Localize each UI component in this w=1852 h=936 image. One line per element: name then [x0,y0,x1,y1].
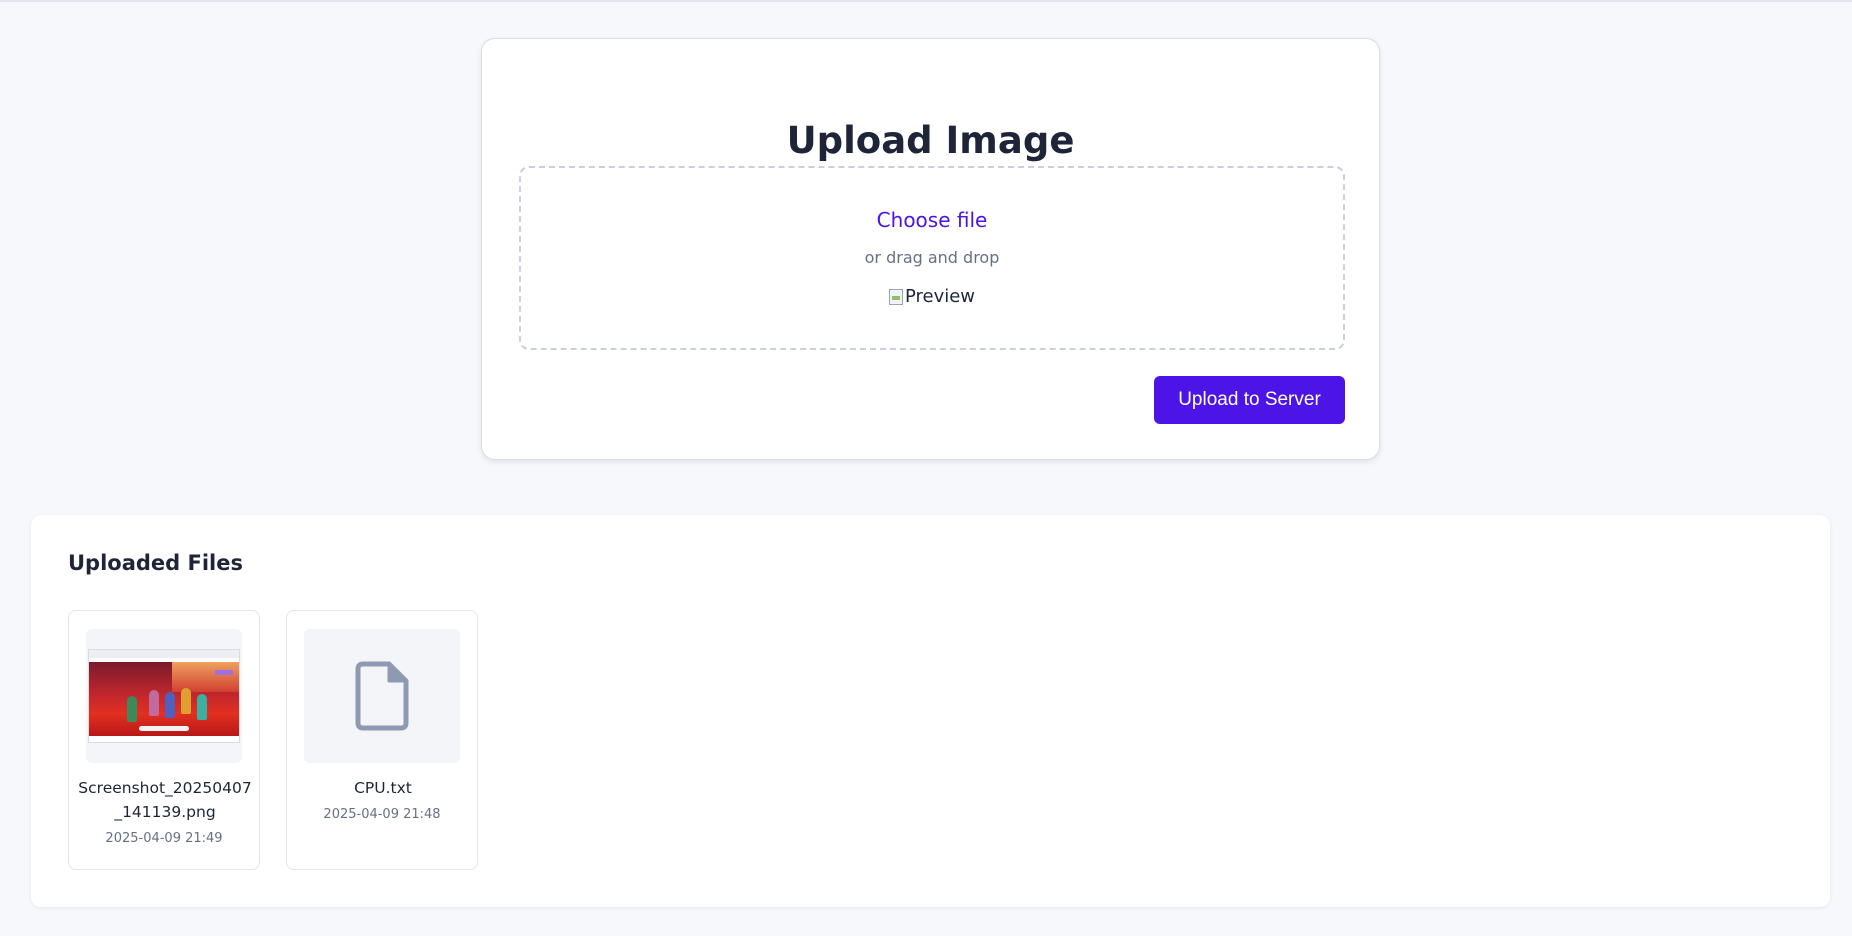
upload-card: Upload Image Choose file or drag and dro… [481,38,1380,460]
choose-file-link[interactable]: Choose file [521,208,1343,232]
file-thumbnail [304,629,460,763]
upload-title: Upload Image [786,119,1075,162]
file-tile[interactable]: CPU.txt 2025-04-09 21:48 [286,610,478,870]
file-tile[interactable]: Screenshot_20250407_141139.png 2025-04-0… [68,610,260,870]
file-name: Screenshot_20250407_141139.png [78,779,252,821]
preview-alt-text: Preview [904,286,976,307]
file-date: 2025-04-09 21:49 [105,831,223,846]
screenshot-preview-image [88,649,240,743]
file-dropzone[interactable]: Choose file or drag and drop Preview [519,166,1345,350]
image-thumbnail [86,629,242,763]
top-divider [0,0,1852,2]
upload-to-server-button[interactable]: Upload to Server [1154,376,1345,424]
file-name: CPU.txt [354,779,412,797]
drag-drop-hint: or drag and drop [864,248,1000,267]
file-date: 2025-04-09 21:48 [323,807,441,822]
image-preview: Preview [521,286,1343,307]
document-icon [355,661,409,731]
broken-image-icon [888,288,903,305]
uploaded-files-title: Uploaded Files [68,551,243,575]
uploaded-files-panel: Uploaded Files Screenshot_20250407_14113… [31,515,1830,907]
